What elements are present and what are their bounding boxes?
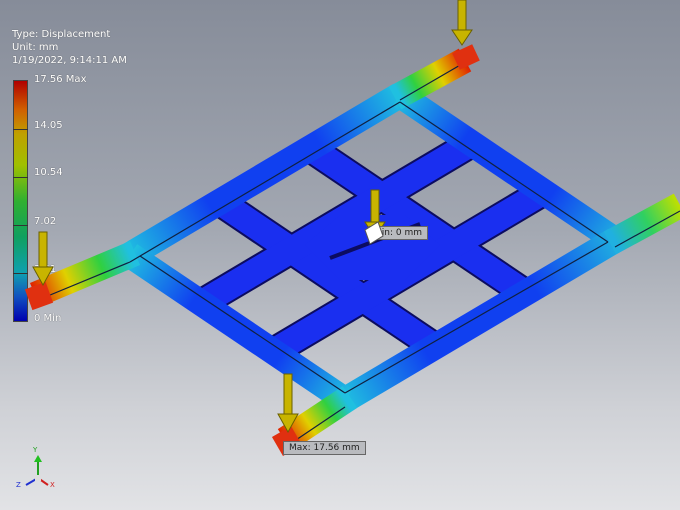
triad-z-label: Z [16, 481, 21, 489]
triad-x-label: X [50, 481, 55, 489]
displacement-viewport[interactable]: Type: Displacement Unit: mm 1/19/2022, 9… [0, 0, 680, 510]
min-probe-label[interactable]: Min: 0 mm [368, 226, 428, 240]
frame-model[interactable] [0, 0, 680, 510]
max-probe-label[interactable]: Max: 17.56 mm [283, 441, 366, 455]
triad-y-label: Y [33, 446, 38, 454]
force-arrow-icon [451, 0, 473, 46]
